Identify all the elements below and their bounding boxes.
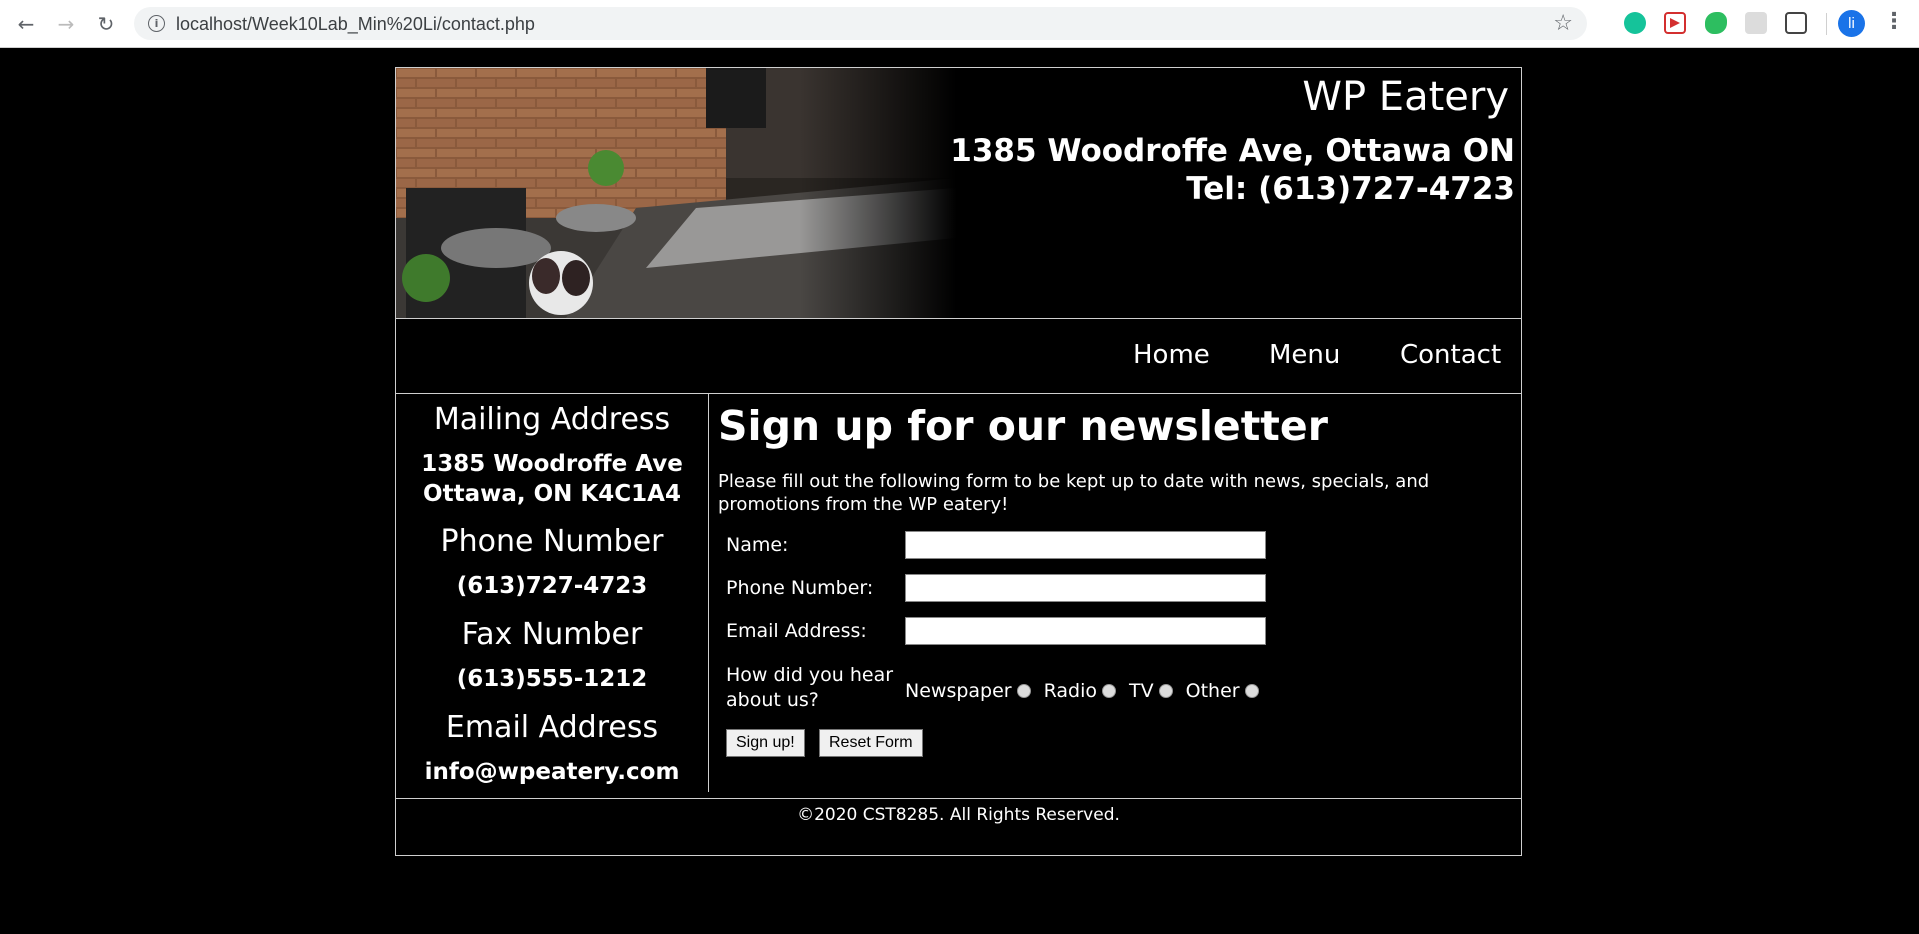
option-tv[interactable]: TV: [1129, 680, 1173, 702]
url-text[interactable]: localhost/Week10Lab_Min%20Li/contact.php: [176, 14, 535, 35]
site-header: WP Eatery 1385 Woodroffe Ave, Ottawa ON …: [396, 68, 1521, 319]
phone-number-title: Phone Number: [440, 524, 664, 559]
nav-home[interactable]: Home: [1133, 340, 1210, 370]
bookmark-star-icon[interactable]: ☆: [1553, 11, 1573, 36]
referral-label-line2: about us?: [726, 689, 819, 711]
radio-radio[interactable]: [1102, 684, 1117, 698]
email-input[interactable]: [905, 617, 1266, 645]
reload-icon[interactable]: ↻: [92, 10, 120, 38]
phone-number: (613)727-4723: [456, 573, 648, 599]
referral-label: How did you hear about us?: [726, 663, 893, 713]
header-address: 1385 Woodroffe Ave, Ottawa ON: [950, 133, 1515, 169]
site-footer: ©2020 CST8285. All Rights Reserved.: [396, 798, 1521, 855]
header-contact: 1385 Woodroffe Ave, Ottawa ON Tel: (613)…: [950, 132, 1515, 208]
browser-toolbar: ← → ↻ i localhost/Week10Lab_Min%20Li/con…: [0, 0, 1919, 48]
grammarly-extension-icon[interactable]: [1624, 12, 1646, 34]
main-nav: Home Menu Contact: [396, 318, 1521, 394]
address-bar[interactable]: i localhost/Week10Lab_Min%20Li/contact.p…: [134, 7, 1587, 40]
fax-number-title: Fax Number: [461, 617, 643, 652]
profile-avatar[interactable]: li: [1838, 10, 1865, 37]
extension-icon[interactable]: [1745, 12, 1767, 34]
radio-other[interactable]: [1244, 684, 1259, 698]
option-other[interactable]: Other: [1186, 680, 1259, 702]
forward-icon[interactable]: →: [52, 10, 80, 38]
restaurant-hero-image: [396, 68, 956, 318]
mailing-address-line2: Ottawa, ON K4C1A4: [423, 481, 681, 507]
mailing-address-line1: 1385 Woodroffe Ave: [421, 451, 683, 477]
info-icon[interactable]: i: [148, 15, 165, 32]
nav-menu[interactable]: Menu: [1269, 340, 1340, 370]
header-tel: Tel: (613)727-4723: [1186, 171, 1515, 207]
option-newspaper[interactable]: Newspaper: [905, 680, 1031, 702]
screenshot-extension-icon[interactable]: [1785, 12, 1807, 34]
email-address: info@wpeatery.com: [424, 759, 680, 785]
radio-newspaper[interactable]: [1016, 684, 1031, 698]
referral-options: Newspaper Radio TV Other: [905, 680, 1272, 702]
email-address-title: Email Address: [445, 710, 659, 745]
name-input[interactable]: [905, 531, 1266, 559]
newsletter-heading: Sign up for our newsletter: [718, 402, 1328, 450]
mailing-address-title: Mailing Address: [433, 402, 671, 437]
email-label: Email Address:: [726, 620, 867, 642]
contact-sidebar: Mailing Address 1385 Woodroffe Ave Ottaw…: [396, 394, 709, 792]
option-newspaper-label: Newspaper: [905, 680, 1012, 702]
newsletter-intro: Please fill out the following form to be…: [718, 471, 1430, 515]
sign-up-button[interactable]: Sign up!: [726, 729, 805, 757]
evernote-extension-icon[interactable]: [1705, 12, 1727, 34]
nav-contact[interactable]: Contact: [1400, 340, 1501, 370]
option-tv-label: TV: [1129, 680, 1154, 702]
phone-label: Phone Number:: [726, 577, 874, 599]
toolbar-divider: [1826, 13, 1827, 35]
menu-kebab-icon[interactable]: ⋮: [1883, 9, 1905, 34]
newsletter-section: Sign up for our newsletter Please fill o…: [709, 394, 1521, 792]
option-radio-label: Radio: [1043, 680, 1098, 702]
phone-input[interactable]: [905, 574, 1266, 602]
name-label: Name:: [726, 534, 789, 556]
option-radio[interactable]: Radio: [1043, 680, 1117, 702]
back-icon[interactable]: ←: [12, 10, 40, 38]
video-extension-icon[interactable]: [1664, 12, 1686, 34]
option-other-label: Other: [1185, 680, 1240, 702]
reset-form-button[interactable]: Reset Form: [819, 729, 923, 757]
site-brand: WP Eatery: [1302, 74, 1509, 120]
referral-label-line1: How did you hear: [726, 664, 894, 686]
radio-tv[interactable]: [1158, 684, 1173, 698]
fax-number: (613)555-1212: [456, 666, 648, 692]
page-container: WP Eatery 1385 Woodroffe Ave, Ottawa ON …: [395, 67, 1522, 856]
